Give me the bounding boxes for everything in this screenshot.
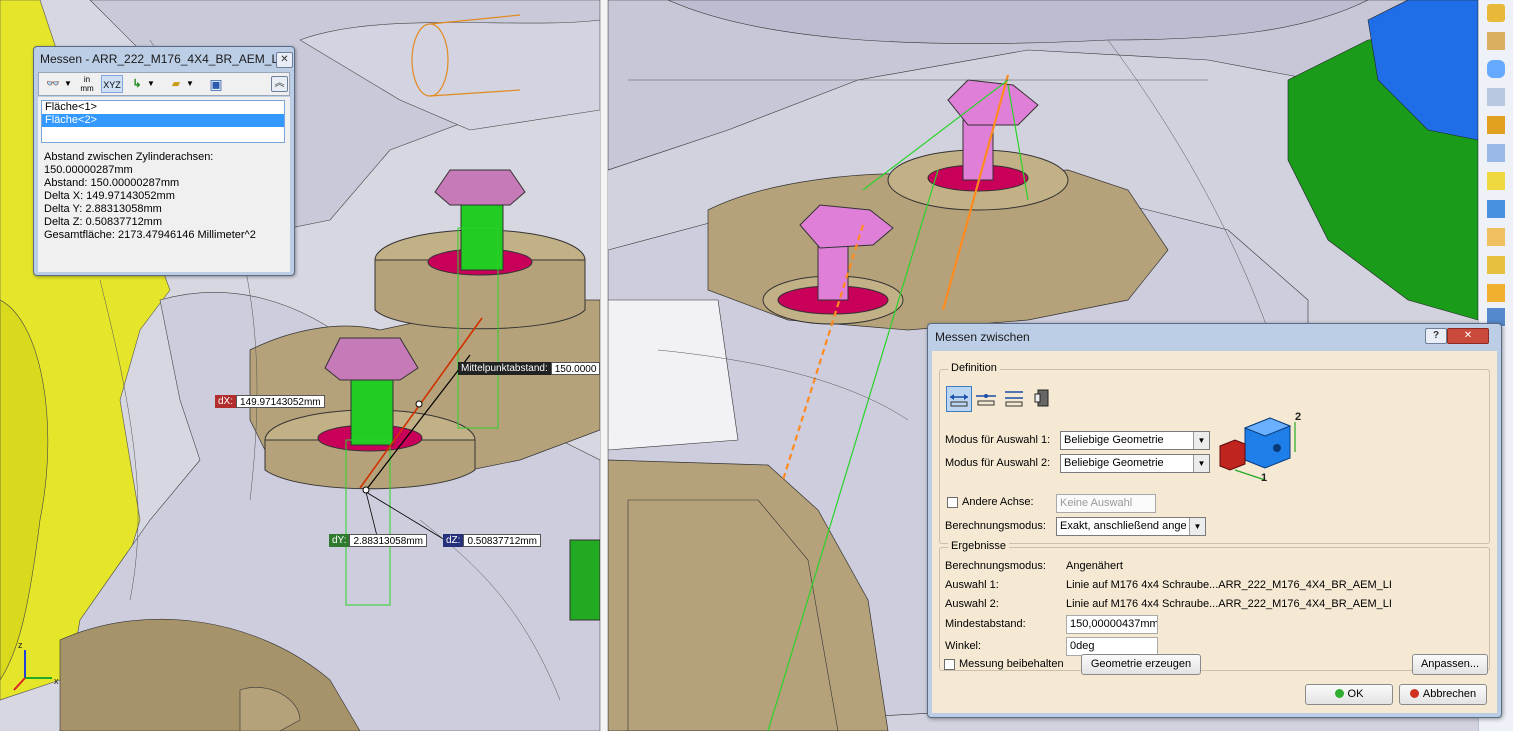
cube-grid-icon[interactable]: [1487, 144, 1505, 162]
calc-mode-label: Berechnungsmodus:: [945, 520, 1046, 532]
measure-mode-buttons: [946, 386, 1056, 412]
ok-button[interactable]: OK: [1305, 684, 1393, 705]
measure-preview-icon: 1 2: [1219, 411, 1301, 483]
result-line: Delta X: 149.97143052mm: [44, 190, 175, 202]
chamfer-icon[interactable]: [1487, 256, 1505, 274]
result-line: Gesamtfläche: 2173.47946146 Millimeter^2: [44, 229, 256, 241]
chevron-down-icon: ▼: [1189, 518, 1205, 535]
chevron-down-icon: ▼: [1193, 455, 1209, 472]
axis-dropdown-arrow-icon[interactable]: ▼: [146, 75, 156, 93]
results-label: Ergebnisse: [948, 540, 1010, 552]
chevron-down-icon: ▼: [1193, 432, 1209, 449]
binoculars-icon[interactable]: 👓: [42, 75, 64, 93]
result-line: 150.00000287mm: [44, 164, 133, 176]
box-open-icon[interactable]: [1487, 116, 1505, 134]
folder-dropdown-arrow-icon[interactable]: ▼: [185, 75, 195, 93]
messen-body: Fläche<1> Fläche<2> Abstand zwischen Zyl…: [38, 97, 290, 272]
calc-mode-select[interactable]: Exakt, anschließend ange ▼: [1056, 517, 1206, 536]
mode1-label: Modus für Auswahl 1:: [945, 434, 1051, 446]
keep-measure-checkbox[interactable]: [944, 659, 955, 670]
angle-label: Winkel:: [945, 640, 982, 652]
center-distance-label: Mittelpunktabstand: 150.0000: [458, 362, 600, 375]
preview-label-1: 1: [1261, 472, 1267, 483]
eraser-icon[interactable]: [1487, 60, 1505, 78]
fillet-icon[interactable]: [1487, 284, 1505, 302]
folder-icon[interactable]: ▰: [167, 75, 185, 93]
axis-system-icon[interactable]: ↳: [128, 75, 146, 93]
result-line: Abstand: 150.00000287mm: [44, 177, 180, 189]
measure-chain-icon[interactable]: [974, 386, 1000, 412]
results-group: Ergebnisse Berechnungsmodus: Angenähert …: [939, 540, 1490, 671]
messen-zwischen-dialog: Messen zwischen ? ✕ Definition Modus für: [927, 323, 1502, 718]
messen-title: Messen - ARR_222_M176_4X4_BR_AEM_LI...: [40, 52, 292, 66]
dialog-title: Messen zwischen: [935, 330, 1030, 344]
cylinder-icon[interactable]: [1487, 4, 1505, 22]
selection-list[interactable]: Fläche<1> Fläche<2>: [41, 100, 285, 143]
measure-fan-icon[interactable]: [1002, 386, 1028, 412]
list-item[interactable]: Fläche<2>: [42, 114, 284, 127]
shell-icon[interactable]: [1487, 228, 1505, 246]
min-dist-field[interactable]: 150,00000437mm: [1066, 615, 1158, 634]
min-dist-label: Mindestabstand:: [945, 618, 1026, 630]
other-axis-field[interactable]: Keine Auswahl: [1056, 494, 1156, 513]
cut-icon[interactable]: [1487, 200, 1505, 218]
dy-measure-label: dY: 2.88313058mm: [329, 534, 427, 547]
messen-close-button[interactable]: ✕: [276, 52, 293, 68]
result-line: Abstand zwischen Zylinderachsen:: [44, 151, 214, 163]
res-calc-label: Berechnungsmodus:: [945, 560, 1046, 572]
mode2-label: Modus für Auswahl 2:: [945, 457, 1051, 469]
sel2-label: Auswahl 2:: [945, 598, 999, 610]
cube-icon[interactable]: [1487, 172, 1505, 190]
measure-item-icon[interactable]: [1030, 386, 1056, 412]
close-button[interactable]: ✕: [1447, 328, 1489, 344]
axis-x-label: x: [54, 676, 59, 686]
xyz-coordinates-icon[interactable]: XYZ: [101, 75, 123, 93]
collapse-icon[interactable]: ︽: [271, 76, 288, 92]
cancel-icon: [1409, 689, 1419, 698]
res-calc-value: Angenähert: [1066, 560, 1123, 572]
ok-icon: [1334, 689, 1344, 698]
sel1-value: Linie auf M176 4x4 Schraube...ARR_222_M1…: [1066, 579, 1392, 591]
other-axis-checkbox[interactable]: [947, 497, 958, 508]
viewport-splitter[interactable]: [600, 0, 608, 731]
messen-results: Abstand zwischen Zylinderachsen: 150.000…: [44, 151, 256, 242]
definition-label: Definition: [948, 362, 1000, 374]
cancel-button[interactable]: Abbrechen: [1399, 684, 1487, 705]
axis-z-label: z: [18, 640, 23, 650]
sel1-label: Auswahl 1:: [945, 579, 999, 591]
result-line: Delta Z: 0.50837712mm: [44, 216, 163, 228]
layers-icon[interactable]: [1487, 32, 1505, 50]
dropdown-arrow-icon[interactable]: ▼: [63, 75, 73, 93]
create-geometry-button[interactable]: Geometrie erzeugen: [1081, 654, 1201, 675]
customize-button[interactable]: Anpassen...: [1412, 654, 1488, 675]
dx-measure-label: dX: 149.97143052mm: [215, 395, 325, 408]
mode1-select[interactable]: Beliebige Geometrie ▼: [1060, 431, 1210, 450]
definition-group: Definition Modus für Auswahl 1: Beliebig…: [939, 362, 1490, 544]
help-button[interactable]: ?: [1425, 328, 1447, 344]
keep-measure-label: Messung beibehalten: [959, 658, 1064, 670]
list-item[interactable]: Fläche<1>: [42, 101, 284, 114]
messen-toolbar: 👓 ▼ in mm XYZ ↳ ▼ ▰ ▼ ▣ ︽: [38, 72, 290, 96]
dz-measure-label: dZ: 0.50837712mm: [443, 534, 541, 547]
units-icon[interactable]: in mm: [77, 75, 97, 93]
result-line: Delta Y: 2.88313058mm: [44, 203, 162, 215]
sel2-value: Linie auf M176 4x4 Schraube...ARR_222_M1…: [1066, 598, 1392, 610]
mode2-select[interactable]: Beliebige Geometrie ▼: [1060, 454, 1210, 473]
save-icon[interactable]: ▣: [207, 75, 225, 93]
preview-label-2: 2: [1295, 411, 1301, 423]
messen-window: Messen - ARR_222_M176_4X4_BR_AEM_LI... ✕…: [33, 46, 295, 276]
measure-between-icon[interactable]: [946, 386, 972, 412]
other-axis-label: Andere Achse:: [962, 496, 1034, 508]
box-icon[interactable]: [1487, 88, 1505, 106]
dialog-body: Definition Modus für Auswahl 1: Beliebig…: [932, 351, 1497, 713]
